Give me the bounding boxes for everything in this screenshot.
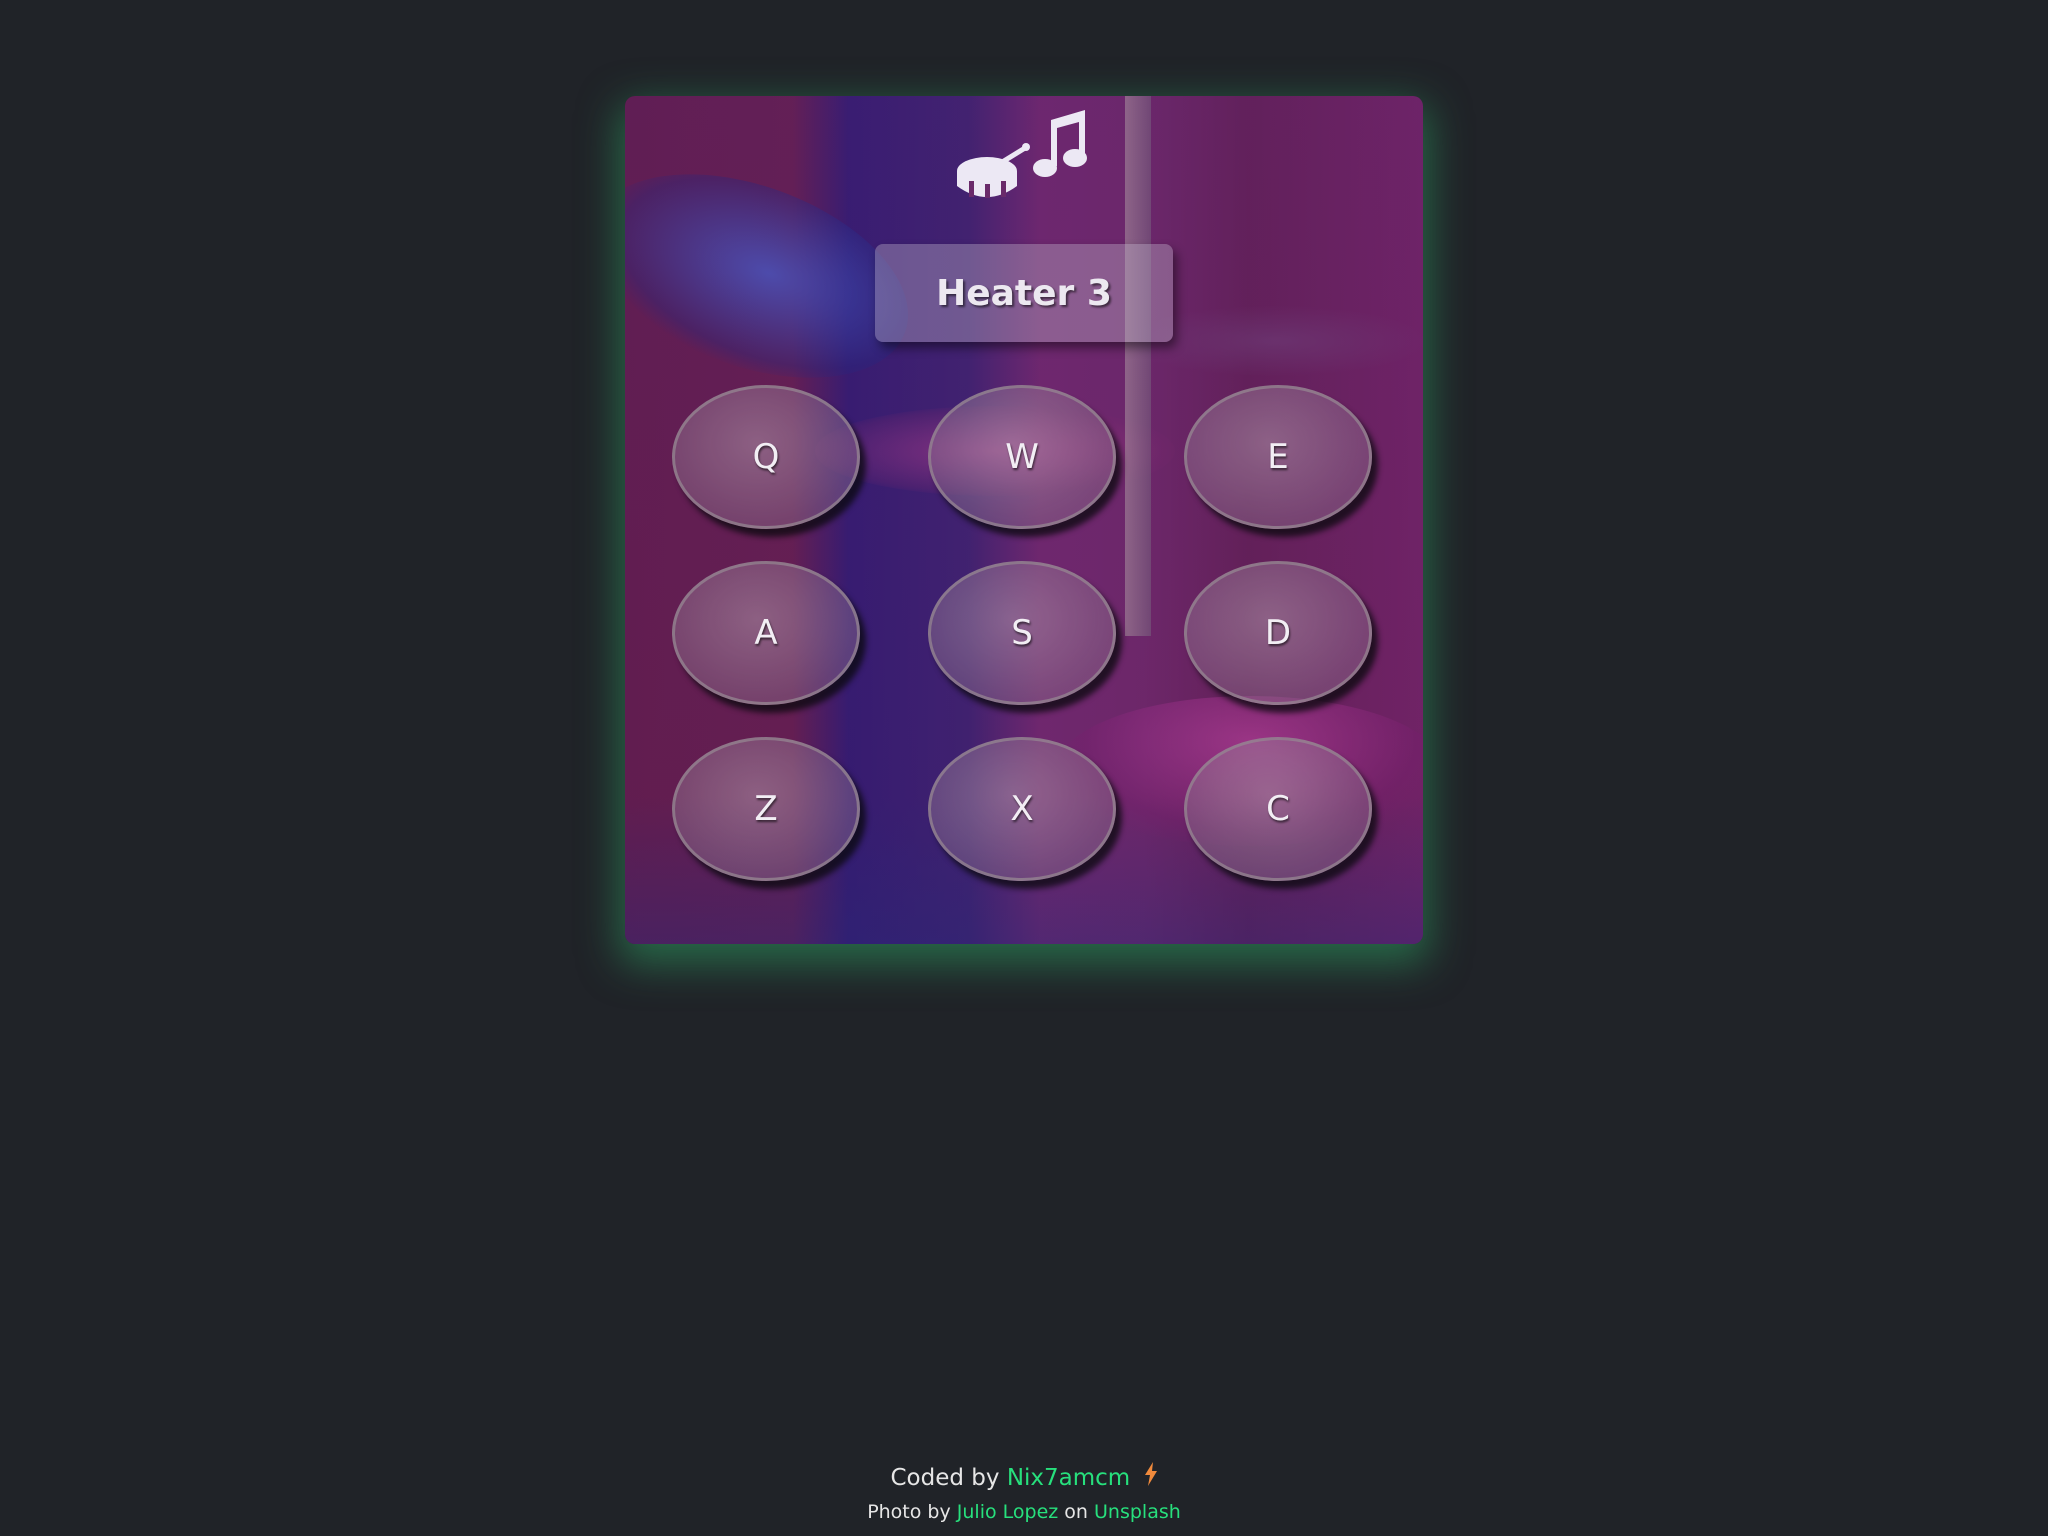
- music-note-icon: [1033, 110, 1087, 177]
- drum-pad-e[interactable]: E: [1184, 385, 1372, 529]
- display-panel: Heater 3: [875, 244, 1173, 342]
- coded-by-prefix: Coded by: [890, 1465, 1000, 1491]
- unsplash-link[interactable]: Unsplash: [1094, 1501, 1181, 1523]
- drum-pad-z[interactable]: Z: [672, 737, 860, 881]
- logo: [955, 108, 1095, 200]
- on-text: on: [1064, 1501, 1088, 1523]
- photo-prefix: Photo by: [867, 1501, 951, 1523]
- footer: Coded by Nix7amcm Photo by Julio Lopez o…: [0, 1462, 2048, 1529]
- drum-machine: Heater 3 Q W E A S D Z X C: [625, 96, 1423, 944]
- drum-pad-d[interactable]: D: [1184, 561, 1372, 705]
- lightning-bolt-icon: [1144, 1462, 1158, 1495]
- drum-pad-q[interactable]: Q: [672, 385, 860, 529]
- drum-pad-c[interactable]: C: [1184, 737, 1372, 881]
- drum-pad-x[interactable]: X: [928, 737, 1116, 881]
- drum-pad-a[interactable]: A: [672, 561, 860, 705]
- background-photo-stand: [1125, 96, 1151, 636]
- drum-pad-s[interactable]: S: [928, 561, 1116, 705]
- display-text: Heater 3: [936, 272, 1112, 314]
- photographer-link[interactable]: Julio Lopez: [957, 1501, 1058, 1523]
- drum-pad-w[interactable]: W: [928, 385, 1116, 529]
- coded-by-line: Coded by Nix7amcm: [0, 1462, 2048, 1495]
- author-link[interactable]: Nix7amcm: [1007, 1465, 1130, 1491]
- drum-icon: [957, 143, 1030, 200]
- photo-credit-line: Photo by Julio Lopez on Unsplash: [0, 1495, 2048, 1529]
